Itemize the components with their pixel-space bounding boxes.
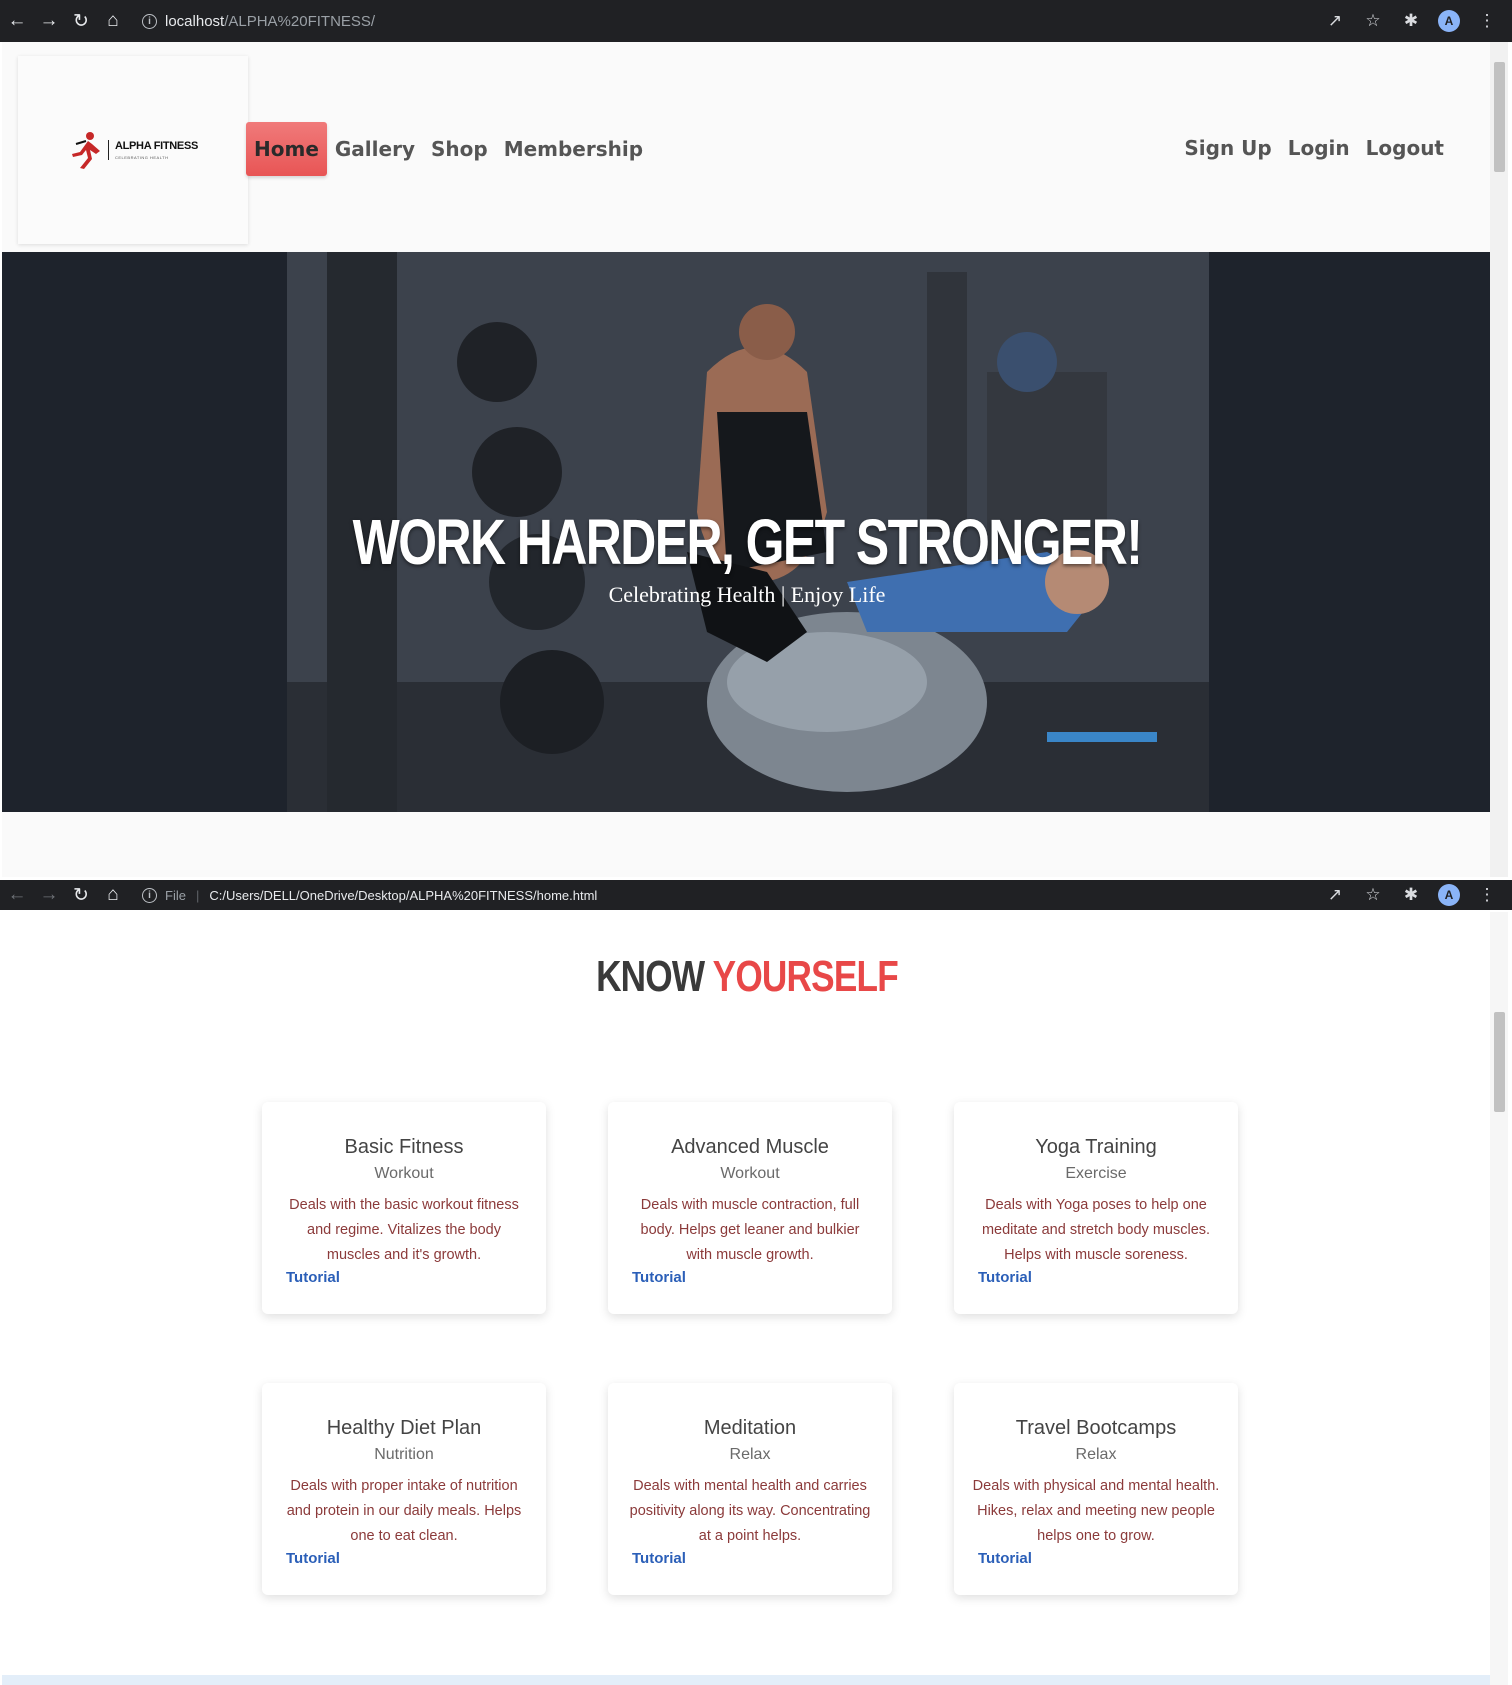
tutorial-link[interactable]: Tutorial bbox=[978, 1269, 1032, 1286]
nav-left: Home Gallery Shop Membership bbox=[246, 122, 651, 176]
forward-icon[interactable]: → bbox=[34, 6, 64, 36]
back-icon[interactable]: ← bbox=[2, 880, 32, 910]
nav-membership[interactable]: Membership bbox=[496, 123, 651, 175]
browser-toolbar-bottom: ← → ↻ ⌂ i File | C:/Users/DELL/OneDrive/… bbox=[0, 880, 1512, 910]
section-title: KNOW YOURSELF bbox=[151, 952, 1343, 1002]
info-icon[interactable]: i bbox=[142, 887, 157, 903]
profile-avatar[interactable]: A bbox=[1438, 10, 1460, 32]
card-description: Deals with the basic workout fitness and… bbox=[289, 1197, 519, 1263]
card-title: Yoga Training bbox=[1035, 1136, 1157, 1158]
profile-avatar[interactable]: A bbox=[1438, 884, 1460, 906]
home-page-top: ALPHA FITNESS CELEBRATING HEALTH Home Ga… bbox=[2, 42, 1492, 877]
tutorial-link[interactable]: Tutorial bbox=[286, 1550, 340, 1567]
scroll-thumb-top[interactable] bbox=[1494, 62, 1505, 172]
card-subtitle: Relax bbox=[729, 1446, 771, 1463]
nav-gallery[interactable]: Gallery bbox=[327, 123, 423, 175]
url-host: localhost bbox=[165, 12, 225, 30]
logo-brand: ALPHA FITNESS bbox=[114, 140, 199, 152]
card-meditation: Meditation Relax Deals with mental healt… bbox=[608, 1383, 892, 1595]
address-bar[interactable]: i File | C:/Users/DELL/OneDrive/Desktop/… bbox=[142, 883, 1324, 907]
home-icon[interactable]: ⌂ bbox=[98, 6, 128, 36]
card-subtitle: Relax bbox=[1075, 1446, 1117, 1463]
separator: | bbox=[195, 887, 200, 903]
scrollbar-bottom[interactable] bbox=[1490, 912, 1508, 1685]
card-title: Travel Bootcamps bbox=[1015, 1417, 1177, 1439]
card-subtitle: Nutrition bbox=[374, 1446, 434, 1463]
card-advanced-muscle: Advanced Muscle Workout Deals with muscl… bbox=[608, 1102, 892, 1314]
footer-edge bbox=[2, 1675, 1492, 1685]
card-yoga-training: Yoga Training Exercise Deals with Yoga p… bbox=[954, 1102, 1238, 1314]
url-path: /ALPHA%20FITNESS/ bbox=[224, 12, 376, 30]
card-title: Meditation bbox=[703, 1417, 797, 1439]
nav-shop[interactable]: Shop bbox=[423, 123, 496, 175]
card-description: Deals with Yoga poses to help one medita… bbox=[981, 1197, 1211, 1263]
card-title: Healthy Diet Plan bbox=[326, 1417, 482, 1439]
reload-icon[interactable]: ↻ bbox=[66, 880, 96, 910]
info-icon[interactable]: i bbox=[142, 13, 157, 29]
share-icon[interactable]: ↗ bbox=[1324, 884, 1346, 906]
hero-title: WORK HARDER, GET STRONGER! bbox=[352, 506, 1143, 578]
address-bar[interactable]: i localhost/ALPHA%20FITNESS/ bbox=[142, 6, 1324, 36]
card-description: Deals with proper intake of nutrition an… bbox=[286, 1478, 522, 1544]
card-subtitle: Exercise bbox=[1065, 1165, 1127, 1182]
section-title-word2: YOURSELF bbox=[712, 952, 899, 1001]
card-title: Advanced Muscle bbox=[671, 1136, 829, 1158]
home-page-bottom: KNOW YOURSELF Basic Fitness Workout Deal… bbox=[2, 922, 1492, 1685]
card-healthy-diet-plan: Healthy Diet Plan Nutrition Deals with p… bbox=[262, 1383, 546, 1595]
menu-dots-icon[interactable]: ⋮ bbox=[1476, 884, 1498, 906]
card-title: Basic Fitness bbox=[344, 1136, 464, 1158]
site-navbar: ALPHA FITNESS CELEBRATING HEALTH Home Ga… bbox=[2, 42, 1492, 252]
nav-home[interactable]: Home bbox=[246, 122, 327, 176]
card-basic-fitness: Basic Fitness Workout Deals with the bas… bbox=[262, 1102, 546, 1314]
star-icon[interactable]: ☆ bbox=[1362, 10, 1384, 32]
card-description: Deals with mental health and carries pos… bbox=[629, 1478, 871, 1544]
back-icon[interactable]: ← bbox=[2, 6, 32, 36]
nav-right: Sign Up Login Logout bbox=[1176, 122, 1452, 174]
hero-banner: WORK HARDER, GET STRONGER! Celebrating H… bbox=[2, 252, 1492, 812]
logo-tagline: CELEBRATING HEALTH bbox=[114, 155, 169, 160]
site-logo[interactable]: ALPHA FITNESS CELEBRATING HEALTH bbox=[18, 56, 248, 244]
menu-dots-icon[interactable]: ⋮ bbox=[1476, 10, 1498, 32]
card-description: Deals with muscle contraction, full body… bbox=[640, 1197, 860, 1263]
nav-sign-up[interactable]: Sign Up bbox=[1176, 122, 1279, 174]
browser-toolbar-top: ← → ↻ ⌂ i localhost/ALPHA%20FITNESS/ ↗ ☆… bbox=[0, 0, 1512, 42]
extensions-icon[interactable]: ✱ bbox=[1400, 884, 1422, 906]
tutorial-link[interactable]: Tutorial bbox=[978, 1550, 1032, 1567]
url-file-path: C:/Users/DELL/OneDrive/Desktop/ALPHA%20F… bbox=[209, 887, 598, 903]
card-travel-bootcamps: Travel Bootcamps Relax Deals with physic… bbox=[954, 1383, 1238, 1595]
reload-icon[interactable]: ↻ bbox=[66, 6, 96, 36]
nav-login[interactable]: Login bbox=[1280, 122, 1358, 174]
card-description: Deals with physical and mental health. H… bbox=[972, 1478, 1220, 1544]
star-icon[interactable]: ☆ bbox=[1362, 884, 1384, 906]
file-label: File bbox=[165, 887, 186, 903]
forward-icon[interactable]: → bbox=[34, 880, 64, 910]
home-icon[interactable]: ⌂ bbox=[98, 880, 128, 910]
extensions-icon[interactable]: ✱ bbox=[1400, 10, 1422, 32]
scrollbar-top[interactable] bbox=[1490, 42, 1508, 877]
card-subtitle: Workout bbox=[720, 1165, 780, 1182]
scroll-thumb-bottom[interactable] bbox=[1494, 1012, 1505, 1112]
share-icon[interactable]: ↗ bbox=[1324, 10, 1346, 32]
tutorial-link[interactable]: Tutorial bbox=[632, 1550, 686, 1567]
section-title-word1: KNOW bbox=[596, 952, 705, 1001]
card-subtitle: Workout bbox=[374, 1165, 434, 1182]
tutorial-link[interactable]: Tutorial bbox=[286, 1269, 340, 1286]
tutorial-link[interactable]: Tutorial bbox=[632, 1269, 686, 1286]
hero-subtitle: Celebrating Health | Enjoy Life bbox=[608, 582, 886, 607]
nav-logout[interactable]: Logout bbox=[1358, 122, 1452, 174]
runner-logo-icon bbox=[71, 132, 100, 169]
